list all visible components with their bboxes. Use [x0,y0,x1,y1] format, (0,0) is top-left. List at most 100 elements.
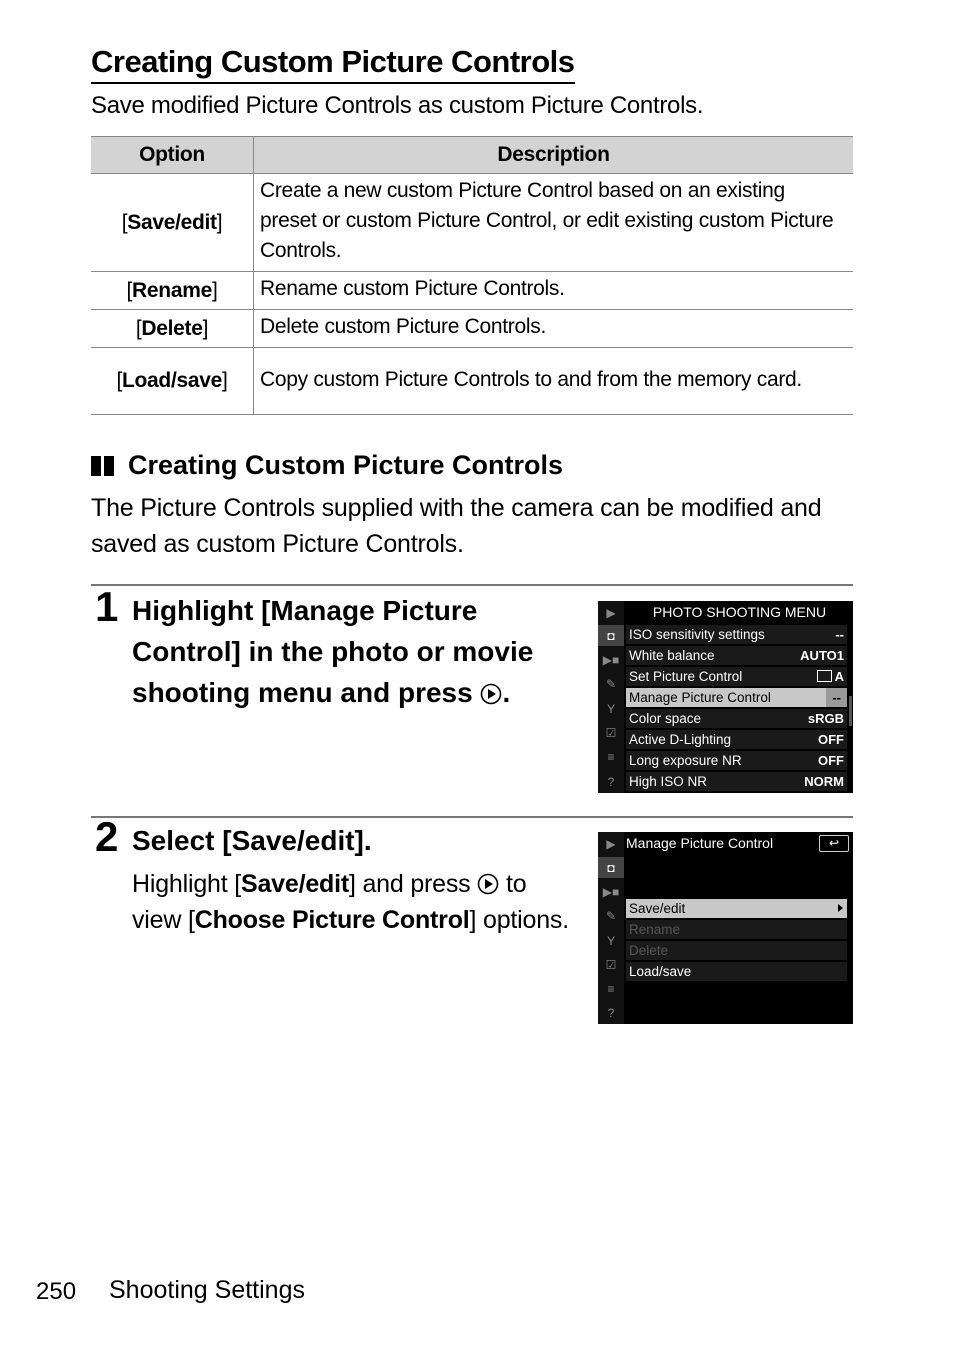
menu-item-value: AUTO1 [800,648,844,663]
camera-icon[interactable]: ◘ [598,625,624,646]
menu-item-value: A [816,667,844,686]
menu-item[interactable]: Active D-Lighting OFF [626,730,847,749]
menu-item-label: Rename [629,922,681,937]
step-title-text: Highlight [Manage Picture Control] in th… [132,595,534,708]
step-title: Select [Save/edit]. [132,825,372,856]
option-cell: [Save/edit] [91,173,254,272]
menu-item-value: -- [826,688,847,707]
menu-item-label: Load/save [629,964,692,979]
movie-icon[interactable]: ▶■ [598,649,624,670]
step-number: 1 [95,583,119,630]
help-icon[interactable]: ? [598,771,624,792]
multi-selector-right-icon [477,873,499,895]
screen-title: PHOTO SHOOTING MENU [652,604,827,620]
menu-item-value: OFF [818,732,844,747]
submenu-arrow-icon [838,904,843,912]
option-name: Load/save [121,369,222,392]
menu-item-value: -- [835,627,844,642]
header-option: Option [91,136,254,174]
section-paragraph: The Picture Controls supplied with the c… [91,494,822,558]
menu-item-label: White balance [629,648,715,663]
description-cell: Create a new custom Picture Control base… [253,173,853,272]
menu-item-label: Set Picture Control [629,669,743,684]
menu-item-label: ISO sensitivity settings [629,627,765,642]
footer-section: Shooting Settings [109,1276,305,1304]
help-icon[interactable]: ? [598,1002,624,1023]
menu-item[interactable]: Load/save [626,962,847,981]
step-divider [91,584,853,586]
pencil-icon[interactable]: ✎ [598,905,624,926]
menu-item[interactable]: Long exposure NR OFF [626,751,847,770]
option-cell: [Delete] [91,309,254,348]
step-body-text: ] and press [348,870,471,898]
header-description: Description [253,136,853,174]
retouch-icon[interactable]: ☑ [598,954,624,975]
menu-item-value: sRGB [807,711,844,726]
page-title: Creating Custom Picture Controls [91,42,575,84]
step-title: Highlight [Manage Picture Control] in th… [132,590,582,713]
menu-item[interactable]: ISO sensitivity settings -- [626,625,847,644]
back-button[interactable]: ↩ [819,835,849,852]
description-cell: Delete custom Picture Controls. [253,309,853,348]
my-menu-icon[interactable]: ≡ [598,978,624,999]
menu-item[interactable]: Set Picture Control A [626,667,847,686]
option-cell: [Rename] [91,271,254,310]
menu-item-label: Delete [629,943,669,958]
step-divider [91,816,853,818]
option-cell: [Load/save] [91,347,254,415]
menu-item-label: Manage Picture Control [629,690,771,705]
description-cell: Rename custom Picture Controls. [253,271,853,310]
page-subtitle: Save modified Picture Controls as custom… [91,92,704,119]
table-header-row: Option Description [91,136,853,174]
step-body-bold: Save/edit [240,870,349,898]
menu-item-disabled: Delete [626,941,847,960]
option-name: Delete [141,316,203,340]
playback-icon[interactable]: ▶ [598,833,624,854]
section-heading: Creating Custom Picture Controls [91,450,563,481]
menu-item-label: Long exposure NR [629,753,742,768]
multi-selector-right-icon [481,683,502,705]
menu-item[interactable]: White balance AUTO1 [626,646,847,665]
section-heading-text: Creating Custom Picture Controls [128,450,564,480]
menu-item-label: Color space [629,711,702,726]
photo-shooting-menu-screen: ▶ ◘ ▶■ ✎ Y ☑ ≡ ? PHOTO SHOOTING MENU ISO… [598,601,853,793]
menu-item-selected[interactable]: Manage Picture Control -- [626,688,847,707]
menu-sidebar: ▶ ◘ ▶■ ✎ Y ☑ ≡ ? [598,601,624,793]
step-body: Highlight [Save/edit] and press to view … [132,866,582,938]
table-row: [Rename] Rename custom Picture Controls. [91,271,853,310]
pencil-icon[interactable]: ✎ [598,673,624,694]
menu-item-value: OFF [818,753,844,768]
my-menu-icon[interactable]: ≡ [598,746,624,767]
options-table: Option Description [Save/edit] Create a … [91,136,853,415]
option-name: Rename [132,278,212,302]
menu-item-selected[interactable]: Save/edit [626,899,847,918]
step-body-bold: Choose Picture Control [194,906,470,934]
section-marker-icon [91,455,114,476]
table-row: [Load/save] Copy custom Picture Controls… [91,347,853,415]
menu-item[interactable]: Color space sRGB [626,709,847,728]
menu-item-disabled: Rename [626,920,847,939]
description-cell: Copy custom Picture Controls to and from… [253,347,853,415]
screen-title: Manage Picture Control [626,835,774,851]
menu-item-value-text: A [834,669,844,684]
picture-control-icon [816,670,832,682]
menu-sidebar: ▶ ◘ ▶■ ✎ Y ☑ ≡ ? [598,832,624,1024]
option-name: Save/edit [127,210,217,234]
menu-item-label: High ISO NR [629,774,708,789]
menu-item[interactable]: High ISO NR NORM [626,772,847,791]
menu-item-value: NORM [804,774,844,789]
step-body-text: Highlight [ [132,870,241,898]
wrench-icon[interactable]: Y [598,930,624,951]
playback-icon[interactable]: ▶ [598,602,624,623]
table-row: [Save/edit] Create a new custom Picture … [91,173,853,272]
step-number: 2 [95,813,119,860]
movie-icon[interactable]: ▶■ [598,881,624,902]
wrench-icon[interactable]: Y [598,698,624,719]
scrollbar[interactable] [849,696,852,726]
table-row: [Delete] Delete custom Picture Controls. [91,309,853,348]
manage-picture-control-screen: ▶ ◘ ▶■ ✎ Y ☑ ≡ ? Manage Picture Control … [598,832,853,1024]
page-number: 250 [36,1278,77,1305]
step-title-end: . [502,677,511,708]
camera-icon[interactable]: ◘ [598,857,624,878]
retouch-icon[interactable]: ☑ [598,722,624,743]
